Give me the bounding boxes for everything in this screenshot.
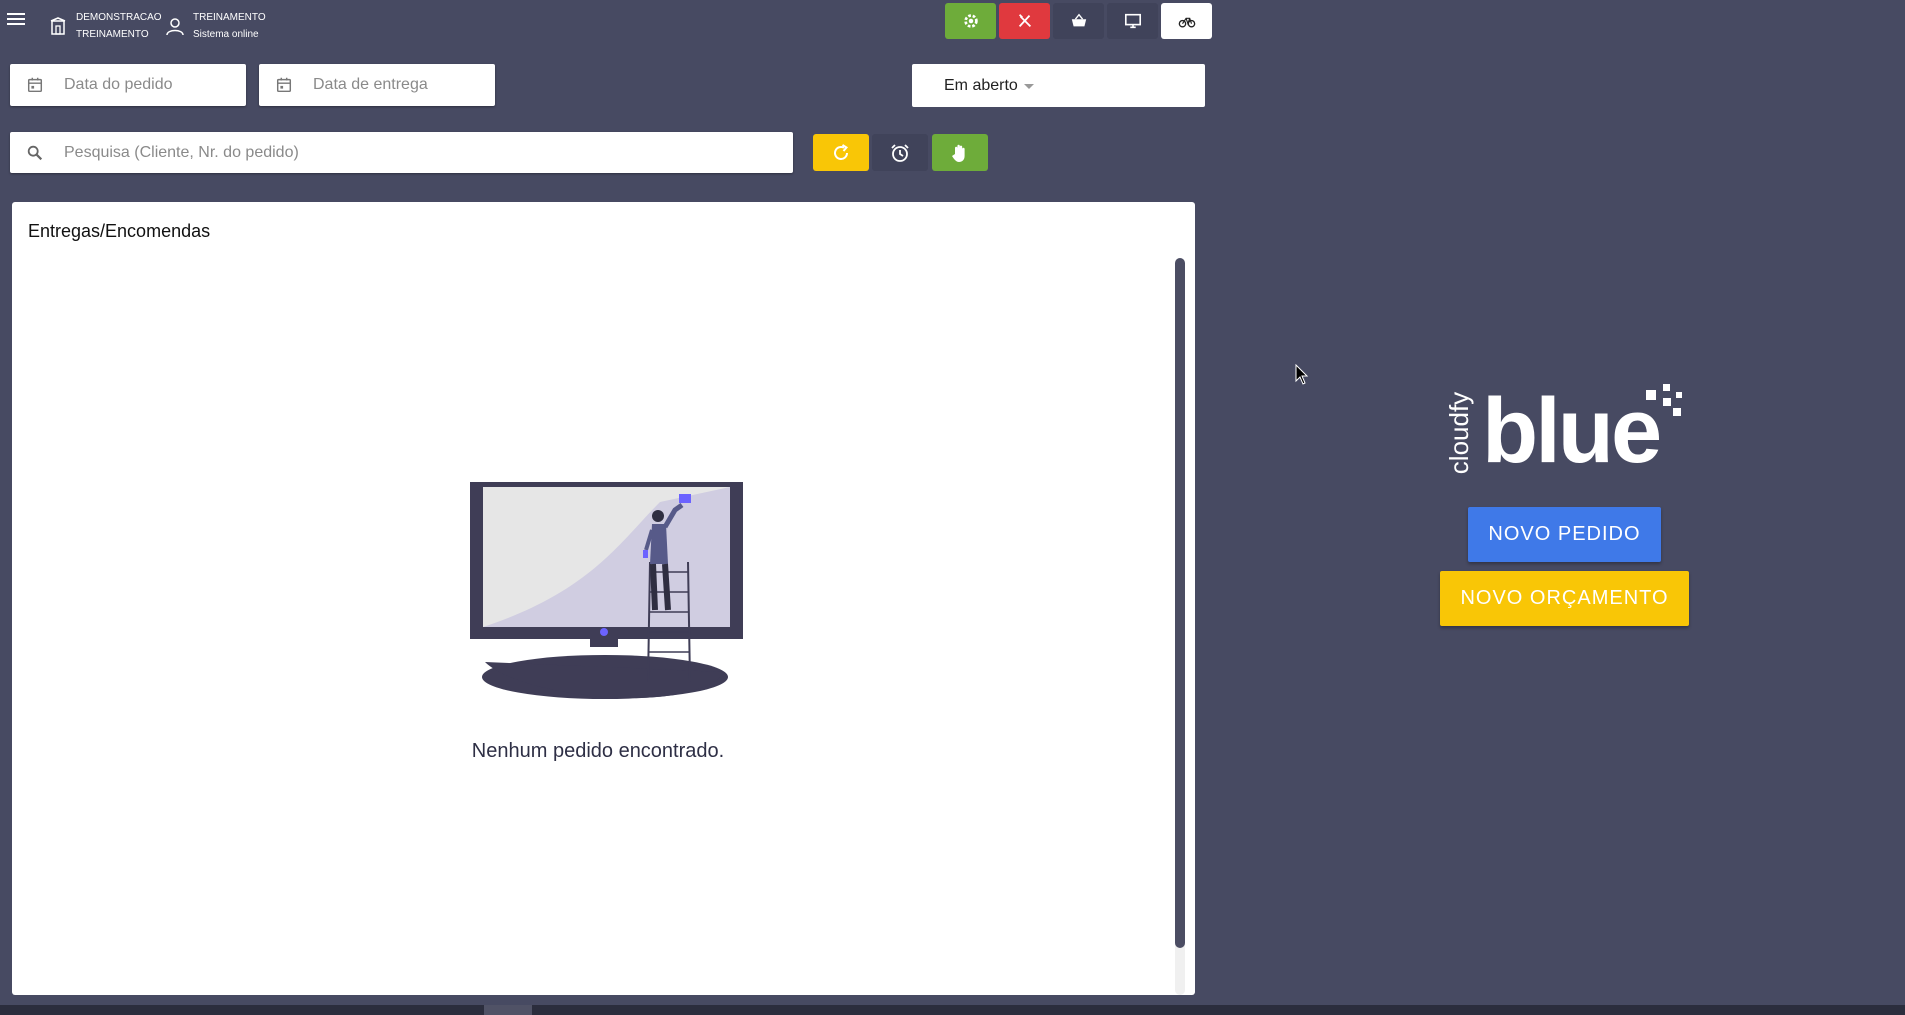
hand-icon [952,144,965,162]
order-date-field[interactable] [10,64,246,106]
order-date-input[interactable] [62,75,246,95]
new-quote-button[interactable]: NOVO ORÇAMENTO [1440,571,1689,626]
search-icon [27,145,43,160]
search-input[interactable] [62,142,793,163]
orders-panel: Entregas/Encomendas Nenhum pedido encont… [12,202,1195,995]
user-name: TREINAMENTO [193,12,266,23]
basket-button[interactable] [1053,3,1104,39]
empty-state-illustration [470,482,743,699]
bicycle-icon [1178,17,1195,28]
refresh-button[interactable] [813,134,869,171]
delivery-date-input[interactable] [311,75,495,95]
refresh-icon [834,143,849,160]
logo-square [1646,390,1656,400]
user-info: TREINAMENTO Sistema online [165,9,266,43]
logo-square [1663,384,1670,391]
menu-icon[interactable] [5,10,27,32]
brand-logo: cloudfy blue [1444,380,1694,484]
alarm-button[interactable] [872,134,928,171]
logo-square [1673,408,1681,416]
scrollbar-thumb[interactable] [1175,258,1185,948]
logo-square [1663,398,1671,406]
hand-button[interactable] [932,134,988,171]
panel-title: Entregas/Encomendas [28,221,211,241]
scrollbar-track[interactable] [1175,258,1185,995]
logo-square [1676,392,1682,398]
store-icon [50,17,66,35]
bottom-bar [0,1005,1905,1015]
top-toolbar [945,3,1215,39]
delivery-date-field[interactable] [259,64,495,106]
empty-message: Nenhum pedido encontrado. [471,740,725,762]
store-subname: TREINAMENTO [76,29,149,40]
settings-icon [963,14,978,28]
mouse-pointer-icon [1295,364,1309,385]
settings-button[interactable] [945,3,996,39]
store-info: DEMONSTRACAO TREINAMENTO [48,9,162,43]
brand-word: blue [1482,380,1662,482]
system-status: Sistema online [193,29,259,40]
alarm-clock-icon [891,143,909,162]
store-name: DEMONSTRACAO [76,12,162,23]
calendar-icon [27,77,43,93]
calendar-icon [276,77,292,93]
bottom-tab[interactable] [484,1005,532,1015]
search-field[interactable] [10,132,793,173]
monitor-icon [1124,13,1141,29]
new-order-button[interactable]: NOVO PEDIDO [1468,507,1661,562]
status-dropdown[interactable]: Em aberto [912,64,1205,107]
delivery-button[interactable] [1161,3,1212,39]
restaurant-icon [1018,14,1031,28]
status-value: Em aberto [944,76,1018,94]
basket-icon [1071,13,1086,27]
brand-prefix: cloudfy [1444,391,1475,475]
restaurant-button[interactable] [999,3,1050,39]
monitor-button[interactable] [1107,3,1158,39]
caret-down-icon [1023,84,1034,89]
user-icon [166,18,184,36]
